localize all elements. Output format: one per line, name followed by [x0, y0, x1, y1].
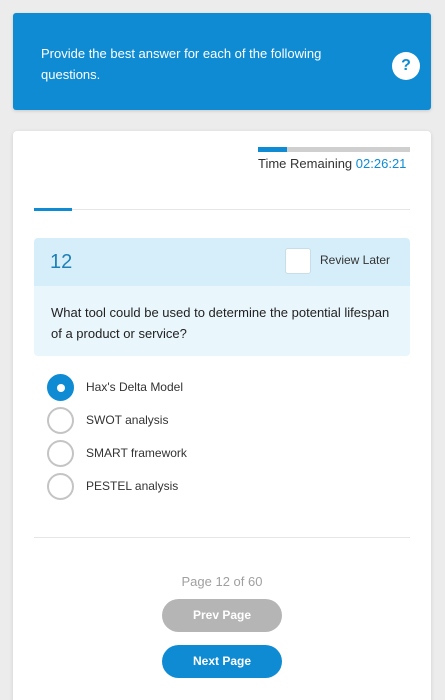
- radio-button[interactable]: [47, 473, 74, 500]
- answer-option-label: SMART framework: [86, 446, 187, 460]
- answer-option[interactable]: SWOT analysis: [47, 407, 387, 440]
- instructions-text: Provide the best answer for each of the …: [41, 46, 322, 82]
- timer-progress-bar: [258, 147, 410, 152]
- review-later-label: Review Later: [320, 253, 391, 267]
- next-page-button[interactable]: Next Page: [162, 645, 282, 678]
- question-text: What tool could be used to determine the…: [51, 305, 390, 341]
- answer-options: Hax's Delta Model SWOT analysis SMART fr…: [47, 374, 387, 506]
- question-number: 12: [50, 251, 73, 273]
- prev-page-button[interactable]: Prev Page: [162, 599, 282, 632]
- radio-button[interactable]: [47, 407, 74, 434]
- divider: [34, 537, 410, 538]
- page-indicator: Page 12 of 60: [181, 574, 263, 589]
- answer-option-label: PESTEL analysis: [86, 479, 179, 493]
- answer-option[interactable]: Hax's Delta Model: [47, 374, 387, 407]
- answer-option-label: Hax's Delta Model: [86, 380, 183, 394]
- section-progress-accent: [34, 208, 72, 211]
- radio-button[interactable]: [47, 440, 74, 467]
- radio-button[interactable]: [47, 374, 74, 401]
- review-later-checkbox[interactable]: [285, 248, 311, 274]
- answer-option[interactable]: PESTEL analysis: [47, 473, 387, 506]
- help-icon[interactable]: ?: [392, 52, 420, 80]
- time-remaining-label: Time Remaining: [258, 156, 353, 171]
- question-card: Time Remaining 02:26:21 12 Review Later …: [13, 131, 431, 700]
- timer-progress-fill: [258, 147, 287, 152]
- time-remaining-value: 02:26:21: [355, 156, 407, 171]
- answer-option-label: SWOT analysis: [86, 413, 169, 427]
- instructions-banner: Provide the best answer for each of the …: [13, 13, 431, 110]
- time-remaining: Time Remaining 02:26:21: [258, 156, 418, 171]
- question-header: 12 Review Later: [34, 238, 410, 286]
- divider: [34, 209, 410, 210]
- answer-option[interactable]: SMART framework: [47, 440, 387, 473]
- question-body: What tool could be used to determine the…: [34, 286, 410, 356]
